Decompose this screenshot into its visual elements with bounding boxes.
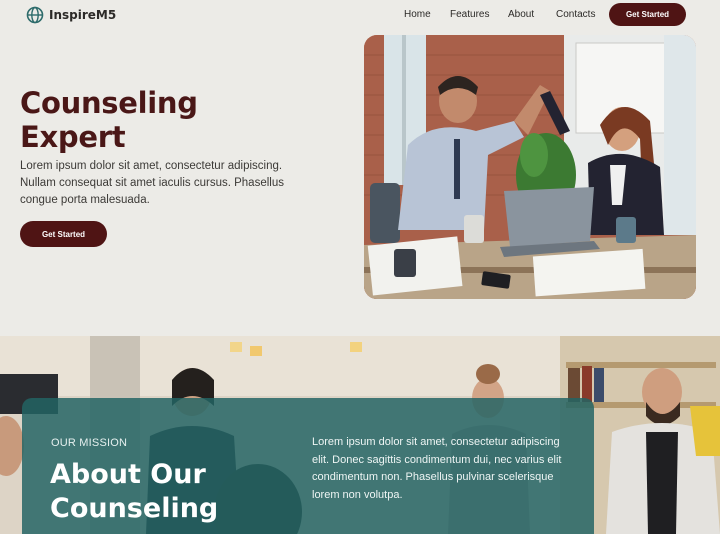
nav-link-features[interactable]: Features <box>450 9 489 20</box>
hero-photo <box>364 35 696 299</box>
brand-name: InspireM5 <box>49 8 117 22</box>
brand-logo[interactable]: InspireM5 <box>26 6 116 24</box>
hero-get-started-button[interactable]: Get Started <box>20 221 107 247</box>
nav-link-home[interactable]: Home <box>404 9 431 20</box>
top-navigation: InspireM5 Home Features About Contacts G… <box>0 0 720 30</box>
mission-title-line-2: Counseling <box>50 493 219 524</box>
mission-description: Lorem ipsum dolor sit amet, consectetur … <box>312 436 562 501</box>
nav-link-about[interactable]: About <box>508 9 534 20</box>
nav-get-started-button[interactable]: Get Started <box>609 3 686 26</box>
nav-link-contacts[interactable]: Contacts <box>556 9 595 20</box>
hero-description: Lorem ipsum dolor sit amet, consectetur … <box>20 160 284 206</box>
hero-title-line-1: Counseling <box>20 86 198 120</box>
mission-title: About Our Counseling <box>50 458 218 526</box>
mission-title-line-1: About Our <box>50 459 206 490</box>
globe-icon <box>26 6 44 24</box>
mission-kicker: OUR MISSION <box>51 437 128 449</box>
hero-title: Counseling Expert <box>20 86 198 154</box>
hero-title-line-2: Expert <box>20 120 126 154</box>
